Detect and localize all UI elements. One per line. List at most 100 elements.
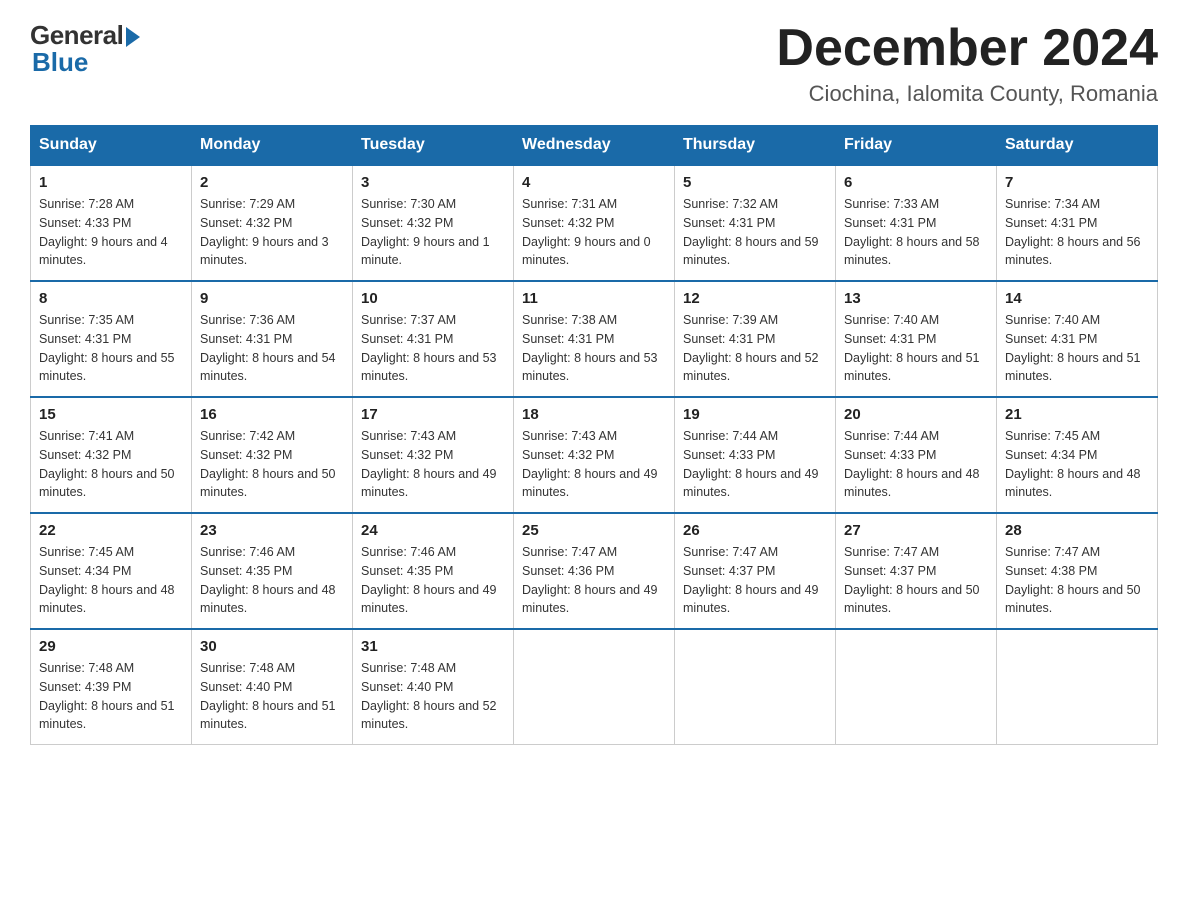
- empty-cell: [997, 629, 1158, 745]
- day-info: Sunrise: 7:40 AMSunset: 4:31 PMDaylight:…: [1005, 311, 1149, 386]
- calendar-day-cell: 15 Sunrise: 7:41 AMSunset: 4:32 PMDayligh…: [31, 397, 192, 513]
- day-number: 4: [522, 174, 666, 191]
- day-info: Sunrise: 7:47 AMSunset: 4:36 PMDaylight:…: [522, 543, 666, 618]
- col-header-thursday: Thursday: [675, 126, 836, 166]
- calendar-day-cell: 7 Sunrise: 7:34 AMSunset: 4:31 PMDaylight…: [997, 165, 1158, 281]
- day-number: 15: [39, 406, 183, 423]
- day-info: Sunrise: 7:35 AMSunset: 4:31 PMDaylight:…: [39, 311, 183, 386]
- location-title: Ciochina, Ialomita County, Romania: [776, 81, 1158, 107]
- logo: General Blue: [30, 20, 140, 78]
- calendar-day-cell: 31Sunrise: 7:48 AMSunset: 4:40 PMDayligh…: [353, 629, 514, 745]
- calendar-week-row: 8 Sunrise: 7:35 AMSunset: 4:31 PMDaylight…: [31, 281, 1158, 397]
- day-number: 21: [1005, 406, 1149, 423]
- day-info: Sunrise: 7:47 AMSunset: 4:37 PMDaylight:…: [844, 543, 988, 618]
- day-number: 10: [361, 290, 505, 307]
- day-info: Sunrise: 7:45 AMSunset: 4:34 PMDaylight:…: [1005, 427, 1149, 502]
- calendar-day-cell: 22 Sunrise: 7:45 AMSunset: 4:34 PMDayligh…: [31, 513, 192, 629]
- col-header-saturday: Saturday: [997, 126, 1158, 166]
- day-number: 14: [1005, 290, 1149, 307]
- calendar-day-cell: 4 Sunrise: 7:31 AMSunset: 4:32 PMDaylight…: [514, 165, 675, 281]
- day-info: Sunrise: 7:29 AMSunset: 4:32 PMDaylight:…: [200, 195, 344, 270]
- day-number: 13: [844, 290, 988, 307]
- empty-cell: [675, 629, 836, 745]
- day-info: Sunrise: 7:43 AMSunset: 4:32 PMDaylight:…: [361, 427, 505, 502]
- calendar-day-cell: 5 Sunrise: 7:32 AMSunset: 4:31 PMDaylight…: [675, 165, 836, 281]
- day-info: Sunrise: 7:43 AMSunset: 4:32 PMDaylight:…: [522, 427, 666, 502]
- col-header-tuesday: Tuesday: [353, 126, 514, 166]
- logo-blue-text: Blue: [32, 47, 88, 78]
- calendar-day-cell: 23 Sunrise: 7:46 AMSunset: 4:35 PMDayligh…: [192, 513, 353, 629]
- day-info: Sunrise: 7:41 AMSunset: 4:32 PMDaylight:…: [39, 427, 183, 502]
- day-info: Sunrise: 7:48 AMSunset: 4:40 PMDaylight:…: [361, 659, 505, 734]
- day-info: Sunrise: 7:40 AMSunset: 4:31 PMDaylight:…: [844, 311, 988, 386]
- calendar-day-cell: 28 Sunrise: 7:47 AMSunset: 4:38 PMDayligh…: [997, 513, 1158, 629]
- day-number: 8: [39, 290, 183, 307]
- day-number: 22: [39, 522, 183, 539]
- calendar-day-cell: 1Sunrise: 7:28 AMSunset: 4:33 PMDaylight…: [31, 165, 192, 281]
- calendar-day-cell: 26Sunrise: 7:47 AMSunset: 4:37 PMDayligh…: [675, 513, 836, 629]
- calendar-day-cell: 18 Sunrise: 7:43 AMSunset: 4:32 PMDayligh…: [514, 397, 675, 513]
- day-number: 28: [1005, 522, 1149, 539]
- calendar-day-cell: 9 Sunrise: 7:36 AMSunset: 4:31 PMDaylight…: [192, 281, 353, 397]
- day-info: Sunrise: 7:48 AMSunset: 4:40 PMDaylight:…: [200, 659, 344, 734]
- day-info: Sunrise: 7:39 AMSunset: 4:31 PMDaylight:…: [683, 311, 827, 386]
- calendar-day-cell: 29 Sunrise: 7:48 AMSunset: 4:39 PMDayligh…: [31, 629, 192, 745]
- day-number: 24: [361, 522, 505, 539]
- day-info: Sunrise: 7:38 AMSunset: 4:31 PMDaylight:…: [522, 311, 666, 386]
- day-info: Sunrise: 7:28 AMSunset: 4:33 PMDaylight:…: [39, 195, 183, 270]
- day-info: Sunrise: 7:42 AMSunset: 4:32 PMDaylight:…: [200, 427, 344, 502]
- empty-cell: [836, 629, 997, 745]
- day-info: Sunrise: 7:48 AMSunset: 4:39 PMDaylight:…: [39, 659, 183, 734]
- day-info: Sunrise: 7:44 AMSunset: 4:33 PMDaylight:…: [683, 427, 827, 502]
- day-number: 9: [200, 290, 344, 307]
- empty-cell: [514, 629, 675, 745]
- day-info: Sunrise: 7:45 AMSunset: 4:34 PMDaylight:…: [39, 543, 183, 618]
- day-info: Sunrise: 7:46 AMSunset: 4:35 PMDaylight:…: [361, 543, 505, 618]
- day-number: 2: [200, 174, 344, 191]
- day-number: 19: [683, 406, 827, 423]
- day-info: Sunrise: 7:32 AMSunset: 4:31 PMDaylight:…: [683, 195, 827, 270]
- day-number: 12: [683, 290, 827, 307]
- day-number: 18: [522, 406, 666, 423]
- calendar-day-cell: 25Sunrise: 7:47 AMSunset: 4:36 PMDayligh…: [514, 513, 675, 629]
- col-header-monday: Monday: [192, 126, 353, 166]
- col-header-friday: Friday: [836, 126, 997, 166]
- calendar-day-cell: 14 Sunrise: 7:40 AMSunset: 4:31 PMDayligh…: [997, 281, 1158, 397]
- calendar-day-cell: 10 Sunrise: 7:37 AMSunset: 4:31 PMDayligh…: [353, 281, 514, 397]
- day-number: 29: [39, 638, 183, 655]
- calendar-day-cell: 2 Sunrise: 7:29 AMSunset: 4:32 PMDaylight…: [192, 165, 353, 281]
- day-info: Sunrise: 7:47 AMSunset: 4:38 PMDaylight:…: [1005, 543, 1149, 618]
- day-info: Sunrise: 7:31 AMSunset: 4:32 PMDaylight:…: [522, 195, 666, 270]
- day-info: Sunrise: 7:44 AMSunset: 4:33 PMDaylight:…: [844, 427, 988, 502]
- calendar-day-cell: 27Sunrise: 7:47 AMSunset: 4:37 PMDayligh…: [836, 513, 997, 629]
- day-number: 17: [361, 406, 505, 423]
- day-number: 16: [200, 406, 344, 423]
- day-info: Sunrise: 7:36 AMSunset: 4:31 PMDaylight:…: [200, 311, 344, 386]
- col-header-sunday: Sunday: [31, 126, 192, 166]
- calendar-week-row: 29 Sunrise: 7:48 AMSunset: 4:39 PMDayligh…: [31, 629, 1158, 745]
- day-number: 20: [844, 406, 988, 423]
- day-info: Sunrise: 7:37 AMSunset: 4:31 PMDaylight:…: [361, 311, 505, 386]
- day-number: 26: [683, 522, 827, 539]
- day-number: 3: [361, 174, 505, 191]
- calendar-day-cell: 20 Sunrise: 7:44 AMSunset: 4:33 PMDayligh…: [836, 397, 997, 513]
- calendar-day-cell: 17 Sunrise: 7:43 AMSunset: 4:32 PMDayligh…: [353, 397, 514, 513]
- calendar-table: SundayMondayTuesdayWednesdayThursdayFrid…: [30, 125, 1158, 745]
- day-number: 6: [844, 174, 988, 191]
- month-title: December 2024: [776, 20, 1158, 77]
- calendar-day-cell: 24 Sunrise: 7:46 AMSunset: 4:35 PMDayligh…: [353, 513, 514, 629]
- calendar-day-cell: 30Sunrise: 7:48 AMSunset: 4:40 PMDayligh…: [192, 629, 353, 745]
- calendar-day-cell: 6Sunrise: 7:33 AMSunset: 4:31 PMDaylight…: [836, 165, 997, 281]
- day-info: Sunrise: 7:46 AMSunset: 4:35 PMDaylight:…: [200, 543, 344, 618]
- calendar-day-cell: 12 Sunrise: 7:39 AMSunset: 4:31 PMDayligh…: [675, 281, 836, 397]
- day-number: 7: [1005, 174, 1149, 191]
- page-header: General Blue December 2024 Ciochina, Ial…: [30, 20, 1158, 107]
- day-number: 5: [683, 174, 827, 191]
- day-number: 23: [200, 522, 344, 539]
- calendar-week-row: 1Sunrise: 7:28 AMSunset: 4:33 PMDaylight…: [31, 165, 1158, 281]
- col-header-wednesday: Wednesday: [514, 126, 675, 166]
- day-info: Sunrise: 7:34 AMSunset: 4:31 PMDaylight:…: [1005, 195, 1149, 270]
- calendar-day-cell: 11Sunrise: 7:38 AMSunset: 4:31 PMDayligh…: [514, 281, 675, 397]
- day-info: Sunrise: 7:30 AMSunset: 4:32 PMDaylight:…: [361, 195, 505, 270]
- calendar-day-cell: 21 Sunrise: 7:45 AMSunset: 4:34 PMDayligh…: [997, 397, 1158, 513]
